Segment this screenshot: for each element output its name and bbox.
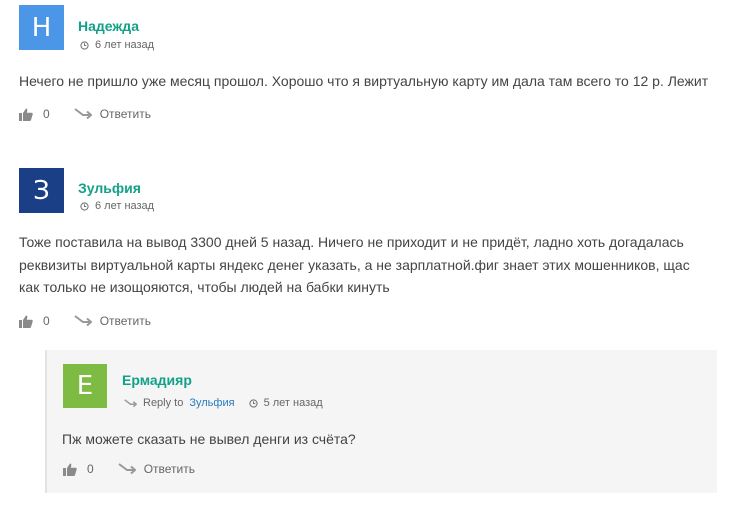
avatar: Н [19,5,64,50]
reply-to-icon [124,398,137,407]
clock-icon [80,201,89,211]
reply-icon [74,108,92,120]
clock-icon [248,398,258,408]
like-count: 0 [87,462,94,476]
comment-meta: 6 лет назад [80,39,154,51]
like-count: 0 [43,107,50,121]
reply-icon [74,315,92,327]
reply-button[interactable]: Ответить [74,314,151,328]
comment-author[interactable]: Надежда [78,18,139,34]
comment-author[interactable]: Зульфия [78,180,141,196]
reply-icon [118,463,136,475]
comment-meta: Reply to Зульфия 5 лет назад [124,397,323,409]
avatar: Е [63,364,107,408]
like-count: 0 [43,314,50,328]
clock-icon [80,40,89,50]
reply-label: Ответить [99,107,151,121]
comment-time[interactable]: 6 лет назад [95,39,154,51]
thumbs-up-icon[interactable] [63,463,77,476]
comment-author[interactable]: Ермадияр [122,372,192,388]
reply-label: Ответить [143,462,195,476]
comment-actions: 0 Ответить [63,462,195,476]
comment-text: Тоже поставила на вывод 3300 дней 5 наза… [19,234,690,295]
comment-time[interactable]: 5 лет назад [264,397,323,409]
comment-text: Пж можете сказать не вывел денги из счёт… [62,431,356,447]
comment-actions: 0 Ответить [19,314,151,328]
nested-reply-divider [45,350,47,493]
thumbs-up-icon[interactable] [19,108,33,121]
comment-meta: 6 лет назад [80,200,154,212]
reply-label: Ответить [99,314,151,328]
reply-to-link[interactable]: Зульфия [189,397,234,409]
comment-actions: 0 Ответить [19,107,151,121]
reply-button[interactable]: Ответить [74,107,151,121]
reply-to-label: Reply to [143,397,184,409]
comment-text: Нечего не пришло уже месяц прошол. Хорош… [19,73,709,89]
comment-time[interactable]: 6 лет назад [95,200,154,212]
avatar: З [19,168,64,213]
thumbs-up-icon[interactable] [19,315,33,328]
reply-button[interactable]: Ответить [118,462,195,476]
